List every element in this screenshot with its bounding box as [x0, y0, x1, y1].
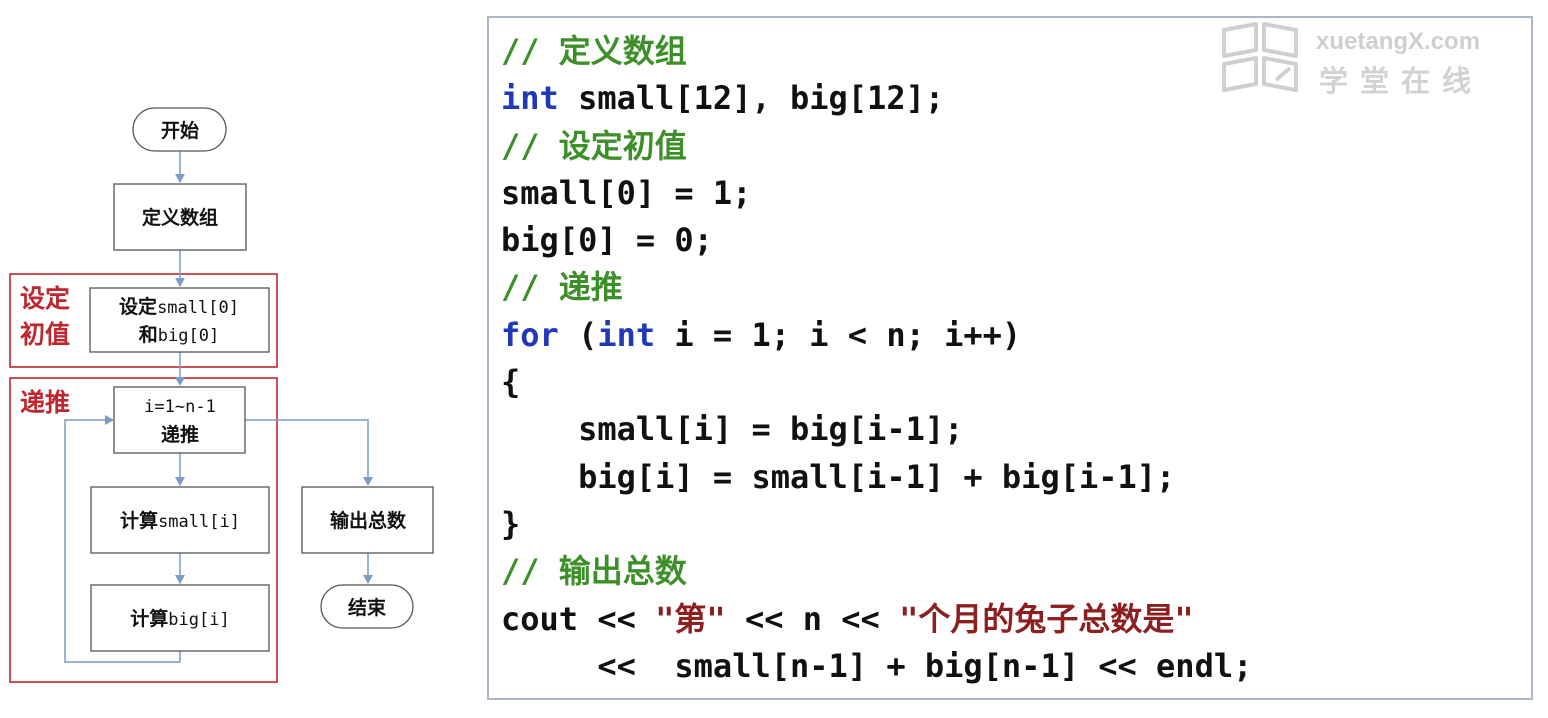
code-token: cout << — [501, 599, 656, 638]
xuetangx-logo: xuetangX.com 学堂在线 — [1216, 20, 1506, 104]
code-token: small[0] = 1; — [501, 173, 752, 212]
code-panel: // 定义数组 int small[12], big[12]; // 设定初值 sma… — [487, 16, 1533, 700]
group-recur-label: 递推 — [20, 388, 70, 417]
loop-label: 递推 — [161, 423, 199, 446]
code-token: << n << — [725, 599, 900, 638]
code-token: small[12], big[12]; — [558, 79, 945, 118]
calc-small-label: 计算small[i] — [120, 509, 240, 532]
code-token: } — [501, 504, 521, 543]
code-token: { — [501, 363, 521, 402]
arrow-loop-to-output — [245, 419, 373, 486]
define-arrays-label: 定义数组 — [142, 206, 218, 229]
book-icon — [1222, 22, 1298, 92]
code-keyword: for — [501, 315, 559, 354]
code-line: small[i] = big[i-1]; — [501, 406, 1252, 453]
init-values-line2: 和big[0] — [139, 323, 219, 346]
code-token: ( — [558, 315, 598, 354]
code-line: int small[12], big[12]; — [501, 75, 1252, 122]
output-label: 输出总数 — [330, 509, 407, 532]
code-keyword: int — [597, 315, 656, 354]
code-string: "个月的兔子总数是" — [899, 599, 1194, 638]
code-string: "第" — [655, 599, 726, 638]
code-line: << small[n-1] + big[n-1] << endl; — [501, 643, 1252, 690]
code-line: // 设定初值 — [501, 123, 1252, 170]
code-comment: // 输出总数 — [501, 552, 687, 591]
calc-big-label: 计算big[i] — [130, 607, 229, 630]
flowchart: 设定 初值 递推 开始 定义数组 设定small[0] 和big[0] i=1~… — [9, 107, 434, 683]
init-values-line1: 设定small[0] — [119, 295, 239, 318]
code-line: for (int i = 1; i < n; i++) — [501, 312, 1252, 359]
code-comment: // 定义数组 — [501, 32, 687, 70]
code-line: { — [501, 359, 1252, 406]
code-block: // 定义数组 int small[12], big[12]; // 设定初值 sma… — [501, 28, 1252, 690]
code-comment: // 递推 — [501, 268, 623, 307]
code-line: small[0] = 1; — [501, 170, 1252, 217]
group-init-label-line2: 初值 — [20, 320, 70, 349]
code-keyword: int — [501, 79, 559, 118]
code-line: big[i] = small[i-1] + big[i-1]; — [501, 454, 1252, 501]
code-token: small[i] = big[i-1]; — [501, 410, 964, 449]
loop-range-label: i=1~n-1 — [144, 397, 216, 417]
logo-text-cn: 学堂在线 — [1319, 64, 1484, 98]
start-label: 开始 — [161, 119, 199, 142]
code-line: // 定义数组 — [501, 28, 1252, 75]
code-line: // 递推 — [501, 264, 1252, 311]
code-token: big[0] = 0; — [501, 221, 713, 260]
code-line: big[0] = 0; — [501, 217, 1252, 264]
code-token: i = 1; i < n; i++) — [655, 315, 1022, 354]
code-line: cout << "第" << n << "个月的兔子总数是" — [501, 596, 1252, 643]
code-token: big[i] = small[i-1] + big[i-1]; — [501, 457, 1176, 496]
code-comment: // 设定初值 — [501, 126, 687, 165]
code-line: } — [501, 501, 1252, 548]
code-line: // 输出总数 — [501, 548, 1252, 595]
group-init-label-line1: 设定 — [20, 284, 70, 313]
end-label: 结束 — [348, 596, 387, 619]
logo-text-en: xuetangX.com — [1316, 28, 1481, 55]
code-token: << small[n-1] + big[n-1] << endl; — [501, 646, 1253, 685]
